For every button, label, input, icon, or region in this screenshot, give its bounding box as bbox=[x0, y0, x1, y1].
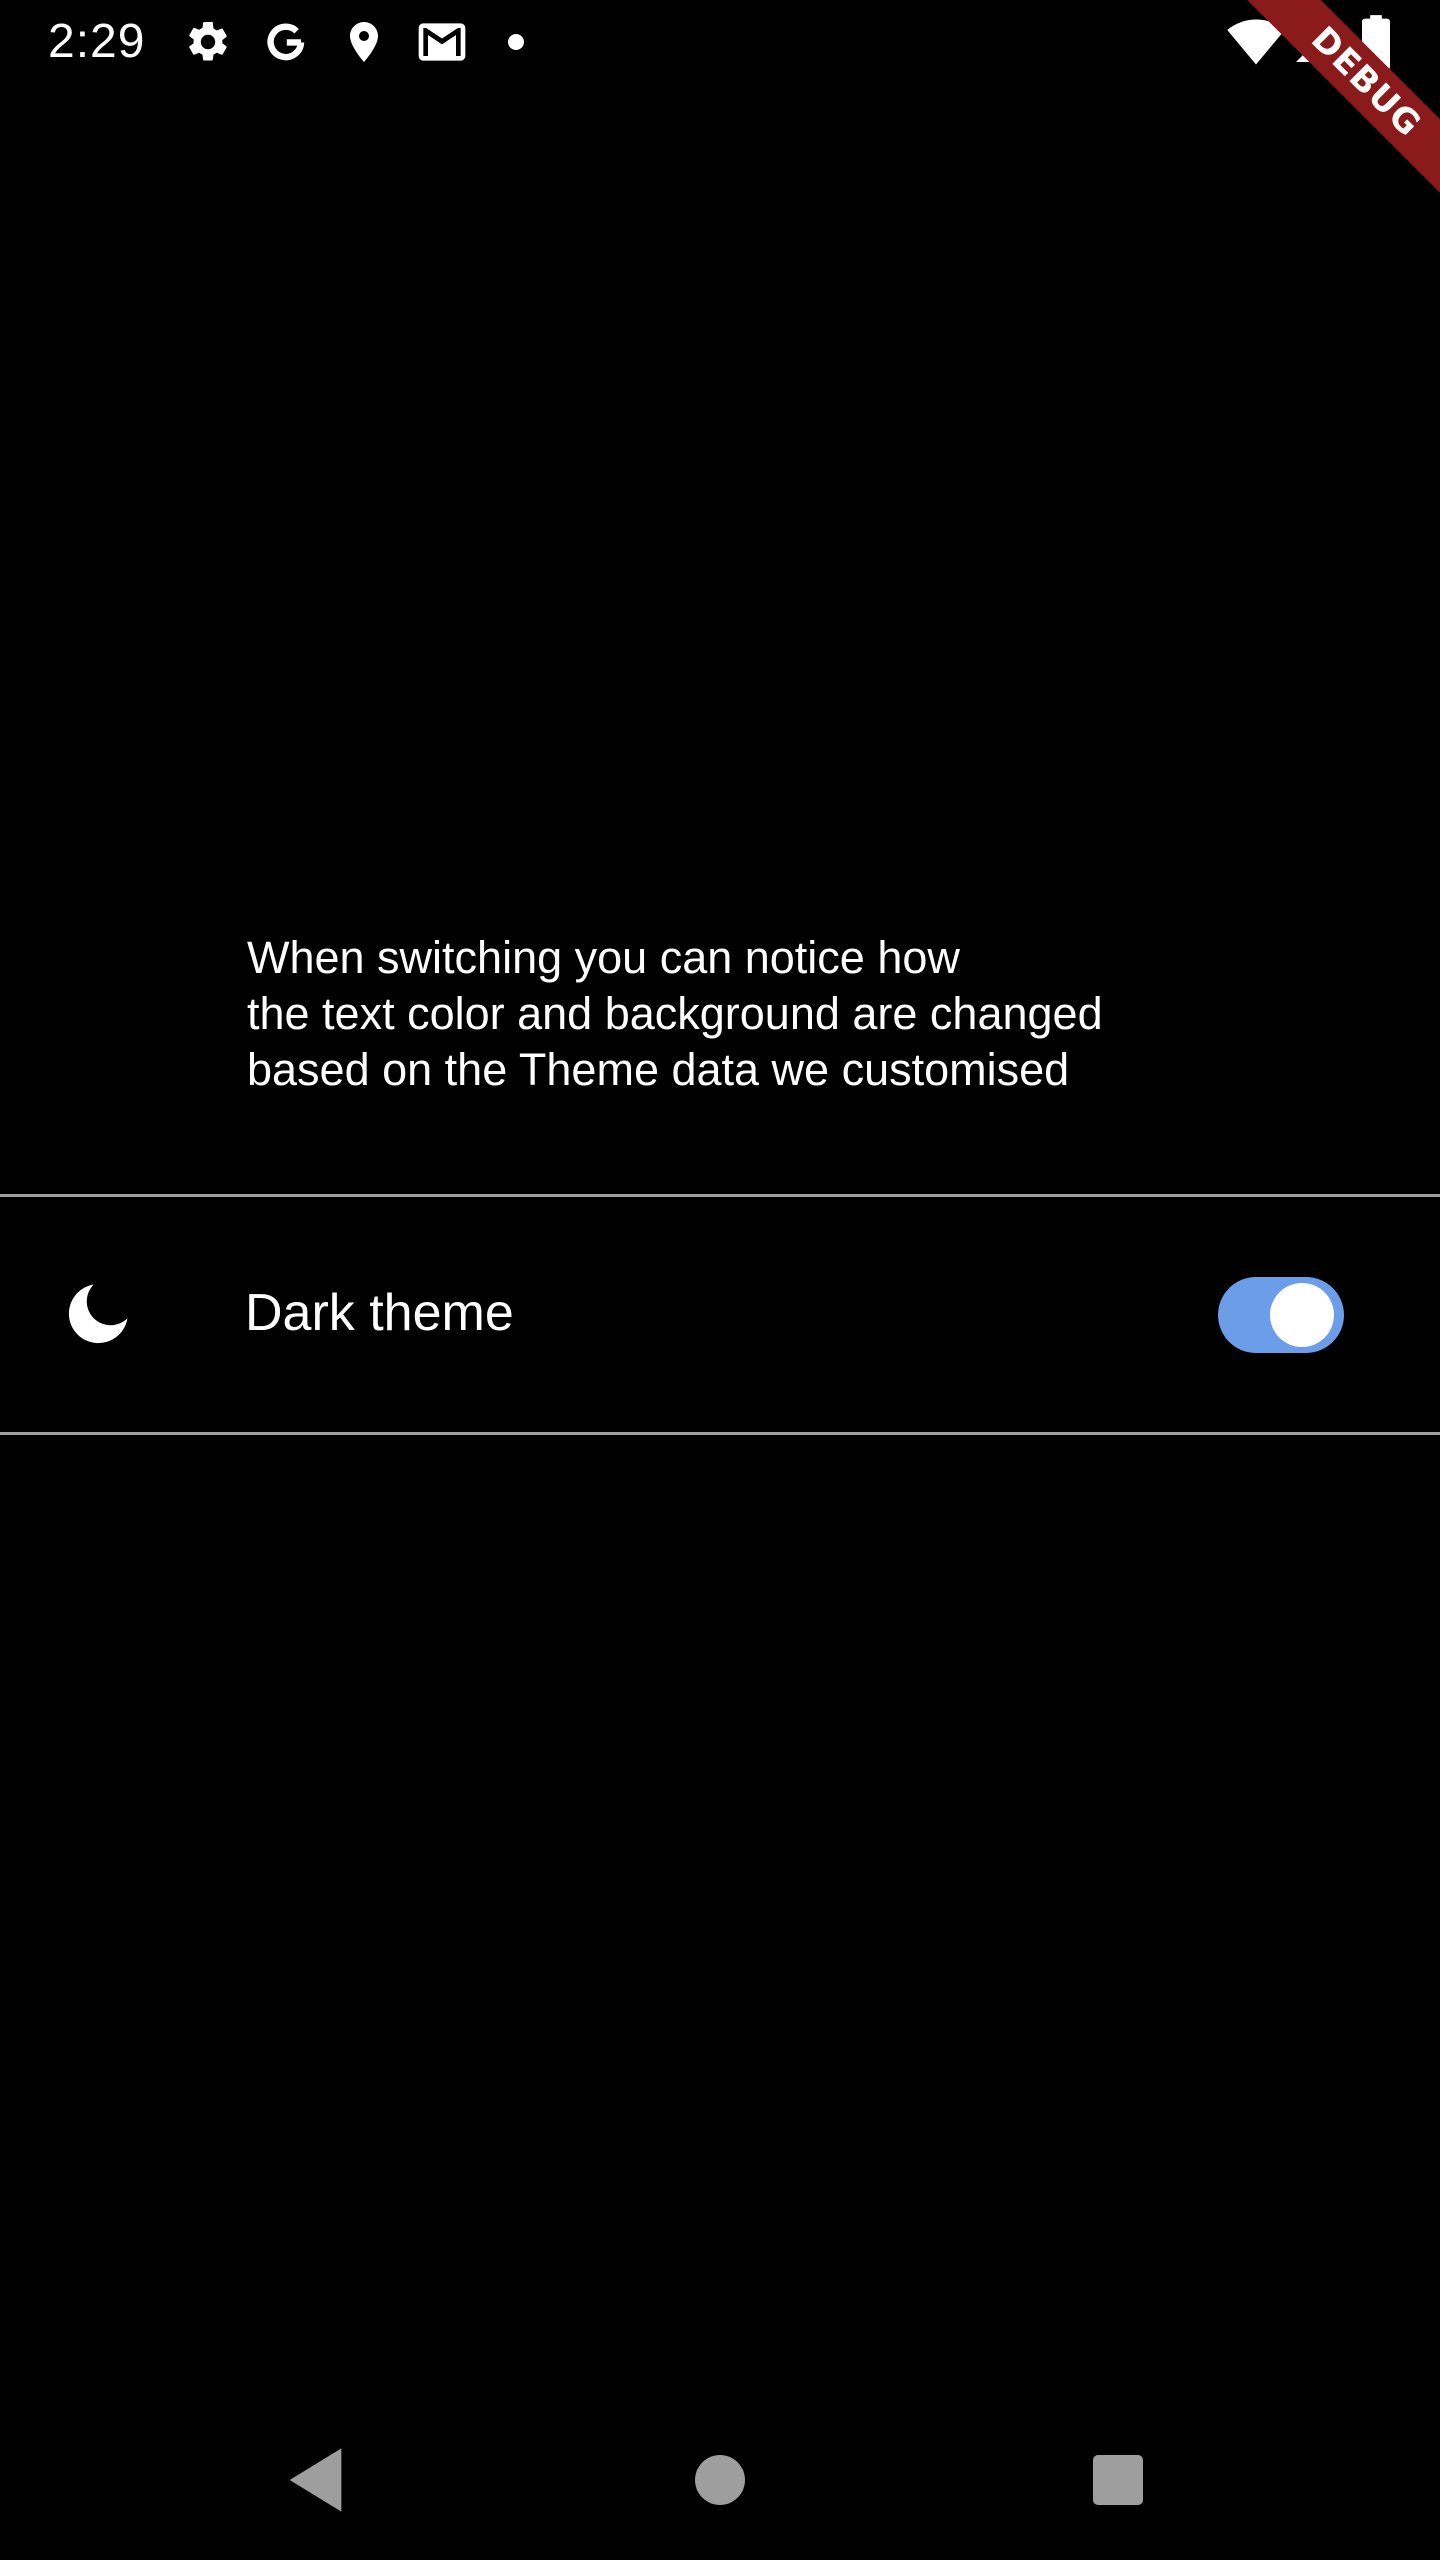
gmail-icon bbox=[414, 14, 470, 70]
google-g-icon bbox=[262, 18, 310, 66]
status-time: 2:29 bbox=[48, 15, 146, 68]
toggle-thumb bbox=[1270, 1283, 1334, 1347]
notification-dot-icon bbox=[500, 26, 532, 58]
dark-theme-label: Dark theme bbox=[245, 1284, 514, 1342]
recents-icon[interactable] bbox=[1078, 2440, 1158, 2520]
location-pin-icon bbox=[340, 18, 388, 66]
description-line: the text color and background are change… bbox=[247, 988, 1103, 1039]
dark-theme-list-tile[interactable]: Dark theme bbox=[0, 1197, 1440, 1432]
back-icon[interactable] bbox=[278, 2440, 358, 2520]
moon-icon bbox=[64, 1280, 132, 1348]
description-line: When switching you can notice how bbox=[247, 932, 960, 983]
navigation-bar bbox=[0, 2400, 1440, 2560]
gear-icon bbox=[184, 18, 232, 66]
debug-banner: DEBUG bbox=[1240, 0, 1440, 200]
dark-theme-toggle[interactable] bbox=[1218, 1277, 1344, 1353]
status-bar: 2:29 bbox=[0, 0, 1440, 84]
debug-banner-label: DEBUG bbox=[1241, 0, 1440, 200]
home-icon[interactable] bbox=[680, 2440, 760, 2520]
description-line: based on the Theme data we customised bbox=[247, 1044, 1070, 1095]
divider bbox=[0, 1432, 1440, 1435]
description-text: When switching you can notice how the te… bbox=[247, 930, 1247, 1098]
